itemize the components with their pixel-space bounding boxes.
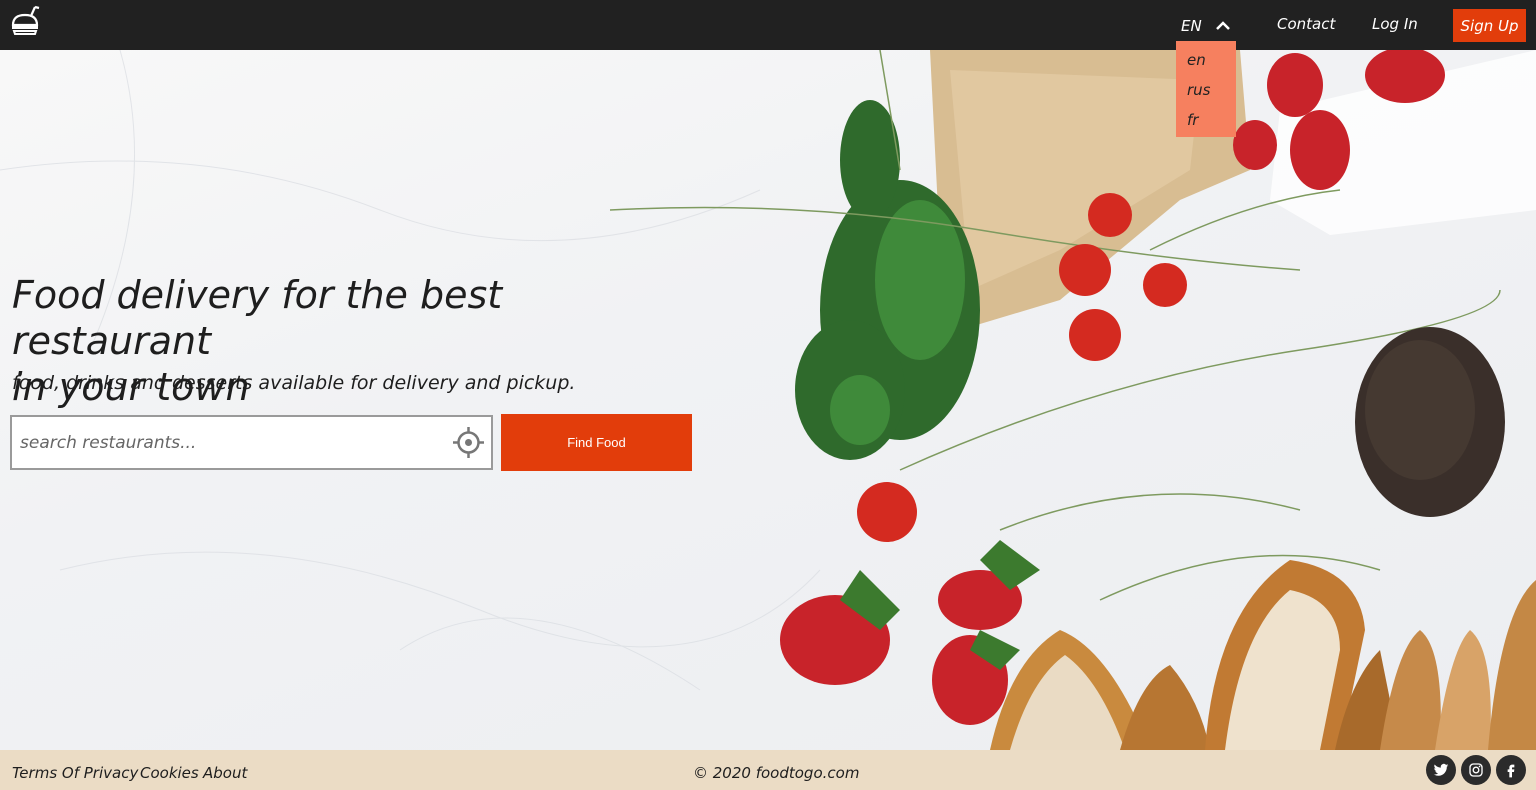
- signup-button[interactable]: Sign Up: [1453, 9, 1526, 42]
- search-box: [10, 415, 493, 470]
- top-navbar: EN Contact Log In Sign Up: [0, 0, 1536, 50]
- instagram-icon[interactable]: [1461, 755, 1491, 785]
- language-current: EN: [1181, 17, 1202, 35]
- footer-terms-link[interactable]: Terms Of Privacy: [12, 764, 138, 782]
- facebook-icon[interactable]: [1496, 755, 1526, 785]
- headline-line-1: Food delivery for the best restaurant: [12, 273, 503, 363]
- language-option-rus[interactable]: rus: [1176, 79, 1236, 109]
- locate-icon[interactable]: [453, 427, 484, 458]
- chevron-up-icon: [1215, 21, 1230, 30]
- logo-icon[interactable]: [9, 5, 41, 37]
- copyright-text: © 2020 foodtogo.com: [693, 764, 860, 782]
- twitter-icon[interactable]: [1426, 755, 1456, 785]
- language-dropdown: en rus fr: [1176, 41, 1236, 137]
- search-input[interactable]: [20, 417, 440, 468]
- language-selector[interactable]: EN: [1181, 15, 1230, 37]
- footer-cookies-link[interactable]: Cookies: [140, 764, 199, 782]
- nav-login-link[interactable]: Log In: [1372, 15, 1418, 33]
- hero-subtitle: food, drinks and desserts available for …: [12, 372, 576, 394]
- hero-section: Food delivery for the best restaurant in…: [0, 50, 1536, 750]
- find-food-button[interactable]: Find Food: [501, 414, 692, 471]
- nav-contact-link[interactable]: Contact: [1277, 15, 1335, 33]
- language-option-en[interactable]: en: [1176, 49, 1236, 79]
- language-option-fr[interactable]: fr: [1176, 109, 1236, 139]
- footer-about-link[interactable]: About: [203, 764, 247, 782]
- footer: Terms Of Privacy Cookies About © 2020 fo…: [0, 750, 1536, 790]
